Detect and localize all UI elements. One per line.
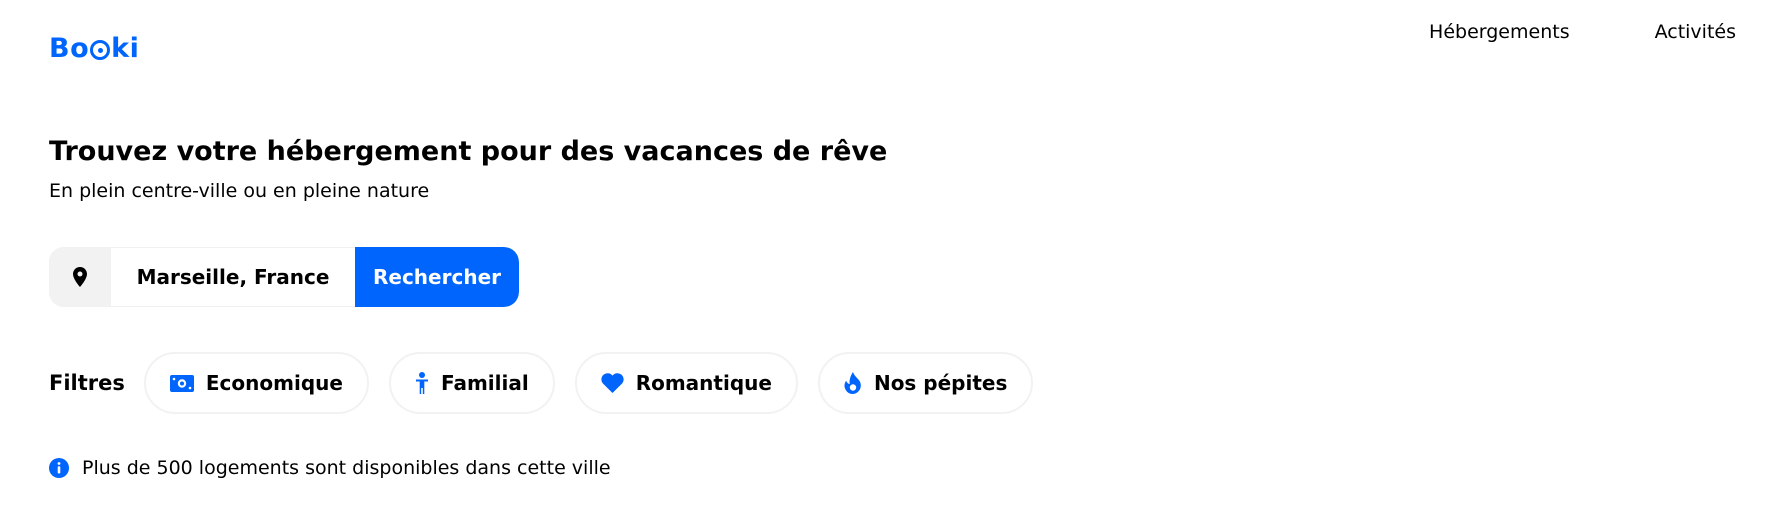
- filter-label: Nos pépites: [873, 371, 1008, 395]
- filter-economique[interactable]: Economique: [143, 352, 369, 414]
- heart-icon: [601, 373, 624, 393]
- filter-familial[interactable]: Familial: [388, 352, 555, 414]
- search-location-label: [49, 247, 111, 307]
- page-subtitle: En plein centre-ville ou en pleine natur…: [49, 180, 430, 202]
- info-message: Plus de 500 logements sont disponibles d…: [49, 457, 611, 479]
- info-icon: [49, 458, 69, 478]
- nav-link-hebergements[interactable]: Hébergements: [1429, 21, 1570, 43]
- filter-label: Familial: [440, 371, 529, 395]
- filter-label: Romantique: [635, 371, 772, 395]
- filters-label: Filtres: [49, 371, 125, 395]
- search-button[interactable]: Rechercher: [355, 247, 519, 307]
- info-text: Plus de 500 logements sont disponibles d…: [82, 457, 611, 479]
- search-input[interactable]: [111, 247, 355, 307]
- logo-text-start: Bo: [49, 33, 90, 64]
- search-bar: Rechercher: [49, 247, 519, 307]
- filter-romantique[interactable]: Romantique: [574, 352, 798, 414]
- main-nav: Hébergements Activités: [1429, 21, 1736, 43]
- filter-nos-pepites[interactable]: Nos pépites: [817, 352, 1034, 414]
- page: Bo ki Hébergements Activités Trouvez vot…: [0, 0, 1780, 525]
- site-header: Bo ki Hébergements Activités: [0, 0, 1780, 90]
- money-icon: [169, 374, 194, 392]
- booki-logo[interactable]: Bo ki: [49, 33, 139, 64]
- filter-label: Economique: [205, 371, 343, 395]
- filters-bar: Filtres Economique Familial Romantique N…: [49, 352, 1053, 414]
- page-title: Trouvez votre hébergement pour des vacan…: [49, 136, 888, 167]
- nav-link-activites[interactable]: Activités: [1655, 21, 1736, 43]
- logo-text-end: ki: [111, 33, 140, 64]
- logo-ring-icon: [90, 39, 111, 60]
- fire-icon: [844, 372, 862, 394]
- person-icon: [415, 372, 429, 394]
- map-pin-icon: [73, 267, 87, 287]
